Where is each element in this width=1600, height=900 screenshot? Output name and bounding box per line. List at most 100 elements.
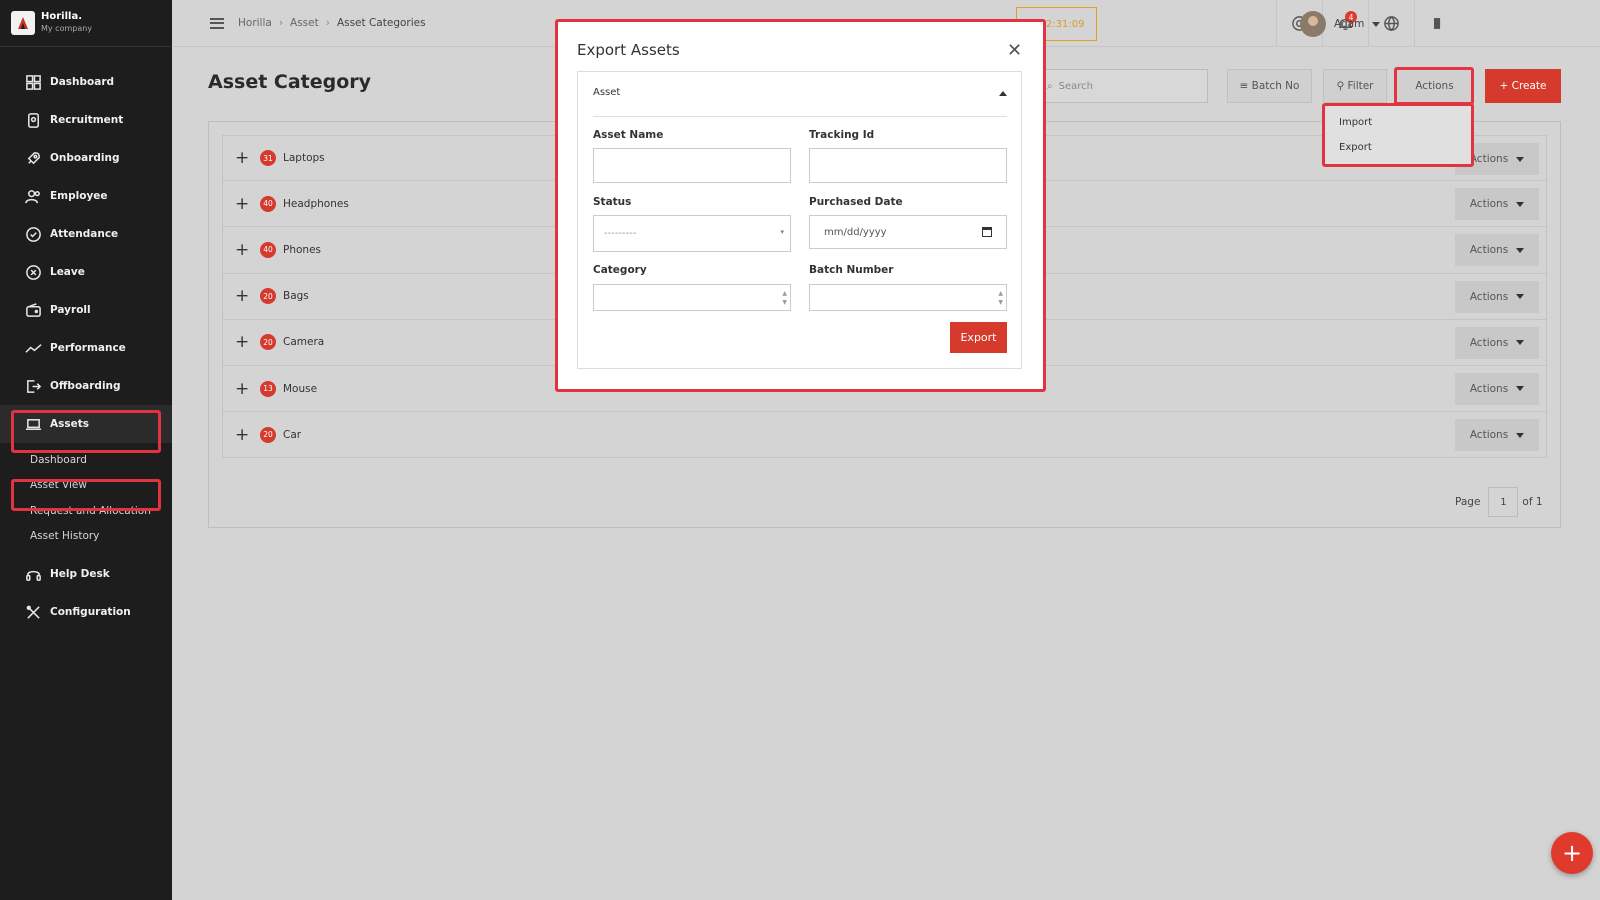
export-menu-item[interactable]: Export (1323, 135, 1472, 160)
sidebar-item-payroll[interactable]: Payroll (0, 291, 172, 329)
row-actions-button[interactable]: Actions (1455, 372, 1539, 405)
row-actions-button[interactable]: Actions (1455, 234, 1539, 267)
create-button[interactable]: + Create (1485, 69, 1561, 103)
sidebar-item-onboarding[interactable]: Onboarding (0, 139, 172, 177)
count-badge: 20 (260, 426, 276, 443)
count-badge: 40 (260, 195, 276, 212)
sidebar-item-configuration[interactable]: Configuration (0, 593, 172, 631)
row-actions-label: Actions (1469, 244, 1509, 257)
chevron-up-icon (999, 91, 1007, 96)
category-name: Car (283, 428, 302, 441)
stepper-icon: ▲ ▼ (998, 290, 1003, 306)
expand-plus-icon[interactable]: + (235, 379, 249, 399)
user-menu[interactable]: Adam (1300, 11, 1381, 37)
submenu-item-asset-history[interactable]: Asset History (0, 524, 172, 550)
submenu-item-request-allocation[interactable]: Request and Allocation (0, 498, 172, 524)
asset-accordion-header[interactable]: Asset (593, 87, 1007, 98)
tracking-id-field[interactable] (809, 148, 1007, 183)
calendar-icon (982, 227, 992, 237)
count-badge: 20 (260, 288, 276, 305)
plus-icon: + (1561, 839, 1583, 867)
sidebar-item-label: Help Desk (50, 568, 110, 580)
expand-plus-icon[interactable]: + (235, 332, 249, 352)
purchased-date-field[interactable]: mm/dd/yyyy (809, 215, 1007, 249)
tracking-id-label: Tracking Id (809, 129, 875, 141)
brand-name: Horilla. (41, 11, 83, 22)
expand-plus-icon[interactable]: + (235, 425, 249, 445)
batch-number-field[interactable]: ▲ ▼ (809, 284, 1007, 311)
submenu-item-dashboard[interactable]: Dashboard (0, 447, 172, 473)
count-badge: 40 (260, 241, 276, 258)
chevron-right-icon: › (278, 17, 284, 29)
expand-plus-icon[interactable]: + (235, 148, 249, 168)
headset-icon (26, 570, 41, 581)
row-actions-button[interactable]: Actions (1455, 419, 1539, 452)
chevron-down-icon (1516, 201, 1525, 207)
users-icon (25, 189, 40, 203)
search-icon: ⌕ (1047, 80, 1053, 92)
breadcrumb: Horilla › Asset › Asset Categories (238, 17, 426, 29)
row-actions-button[interactable]: Actions (1455, 280, 1539, 313)
company-name: My company (41, 24, 93, 33)
rocket-icon (27, 151, 40, 164)
chevron-down-icon (1516, 340, 1525, 346)
date-placeholder: mm/dd/yyyy (824, 226, 887, 238)
table-row[interactable]: +20 Car Actions (222, 412, 1547, 459)
breadcrumb-home[interactable]: Horilla (238, 17, 272, 29)
actions-button[interactable]: Actions (1396, 69, 1473, 103)
sidebar-item-assets[interactable]: Assets (0, 405, 172, 443)
tools-icon (26, 605, 40, 619)
x-circle-icon (26, 264, 41, 280)
search-input[interactable]: ⌕ Search (1036, 69, 1208, 103)
row-actions-button[interactable]: Actions (1455, 188, 1539, 221)
status-value: --------- (604, 228, 637, 239)
globe-icon (1384, 16, 1399, 32)
filter-button[interactable]: ⚲ Filter (1323, 69, 1387, 103)
submenu-item-asset-view[interactable]: Asset View (0, 473, 172, 499)
quick-add-button[interactable]: + (1551, 832, 1593, 874)
import-menu-item[interactable]: Import (1323, 110, 1472, 135)
laptop-icon (25, 418, 42, 430)
count-badge: 13 (260, 380, 276, 397)
sidebar-item-label: Attendance (50, 228, 119, 240)
sidebar-item-leave[interactable]: Leave (0, 253, 172, 291)
sidebar-item-attendance[interactable]: Attendance (0, 215, 172, 253)
count-badge: 20 (260, 334, 276, 351)
sidebar-item-employee[interactable]: Employee (0, 177, 172, 215)
user-name: Adam (1334, 18, 1365, 30)
dashboard-icon (26, 74, 41, 90)
sidebar-item-help-desk[interactable]: Help Desk (0, 555, 172, 593)
page-number-input[interactable]: 1 (1488, 487, 1519, 517)
company-switch-button[interactable] (1414, 0, 1460, 47)
pagination: Page 1 of 1 (1455, 487, 1543, 517)
chevron-down-icon (1516, 156, 1525, 162)
export-button[interactable]: Export (950, 322, 1007, 353)
chevron-down-icon: ▾ (780, 228, 784, 236)
brand[interactable]: Horilla. My company (0, 0, 172, 47)
search-placeholder: Search (1058, 80, 1093, 92)
expand-plus-icon[interactable]: + (235, 194, 249, 214)
sidebar-item-offboarding[interactable]: Offboarding (0, 367, 172, 405)
sidebar-item-label: Offboarding (50, 380, 121, 392)
actions-dropdown: Import Export (1323, 103, 1472, 165)
close-icon[interactable]: ✕ (1007, 40, 1022, 61)
sidebar-item-label: Onboarding (50, 152, 120, 164)
chevron-down-icon (1516, 247, 1525, 253)
sidebar-nav: Dashboard Recruitment Onboarding Employe… (0, 47, 172, 631)
sidebar-item-dashboard[interactable]: Dashboard (0, 63, 172, 101)
sidebar-item-label: Dashboard (50, 76, 115, 88)
wallet-icon (26, 302, 41, 317)
batch-no-button[interactable]: ≡ Batch No (1227, 69, 1312, 103)
accordion-title: Asset (593, 87, 621, 98)
asset-name-label: Asset Name (593, 129, 664, 141)
category-field[interactable]: ▲ ▼ (593, 284, 791, 311)
asset-name-field[interactable] (593, 148, 791, 183)
row-actions-button[interactable]: Actions (1455, 326, 1539, 359)
sidebar-item-performance[interactable]: Performance (0, 329, 172, 367)
sidebar-item-recruitment[interactable]: Recruitment (0, 101, 172, 139)
breadcrumb-asset[interactable]: Asset (290, 17, 319, 29)
status-select[interactable]: --------- ▾ (593, 215, 791, 252)
expand-plus-icon[interactable]: + (235, 240, 249, 260)
menu-toggle-icon[interactable] (210, 15, 224, 31)
expand-plus-icon[interactable]: + (235, 286, 249, 306)
